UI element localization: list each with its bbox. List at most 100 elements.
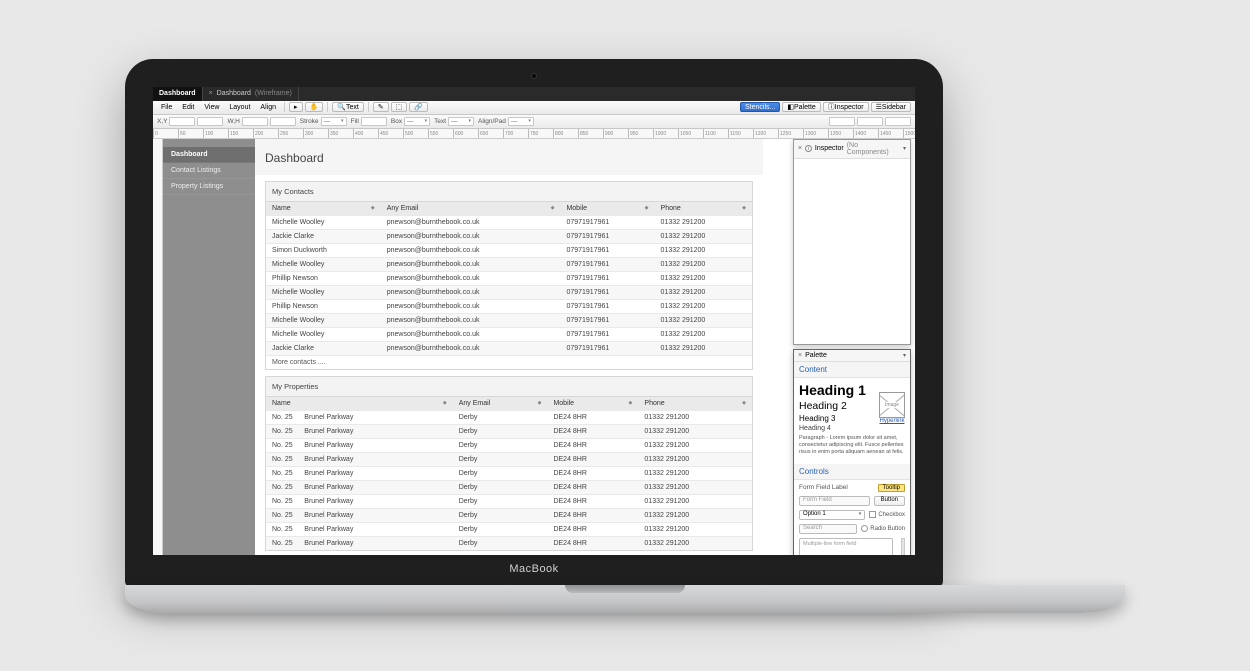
- table-row[interactable]: Michelle Woolleypnewson@burnthebook.co.u…: [266, 285, 752, 299]
- palette-h2[interactable]: Heading 2: [799, 400, 879, 412]
- palette-tooltip[interactable]: Tooltip: [878, 484, 905, 492]
- close-icon[interactable]: ×: [798, 352, 802, 359]
- palette-form-field[interactable]: Form Field: [799, 496, 870, 506]
- table-row[interactable]: Michelle Woolleypnewson@burnthebook.co.u…: [266, 215, 752, 229]
- chevron-down-icon[interactable]: ▾: [903, 352, 906, 359]
- column-header[interactable]: Any Email◆: [453, 396, 548, 410]
- palette-form-label[interactable]: Form Field Label: [799, 484, 874, 491]
- app-screen: Dashboard × Dashboard (Wireframe) File E…: [153, 87, 915, 555]
- menu-view[interactable]: View: [200, 104, 223, 111]
- y-input[interactable]: [197, 117, 223, 126]
- sidebar-item[interactable]: Contact Listings: [163, 163, 255, 179]
- stroke-select[interactable]: —: [321, 117, 347, 126]
- table-row[interactable]: No. 25 Brunel ParkwayDerbyDE24 8HR01332 …: [266, 438, 752, 452]
- table-cell: DE24 8HR: [547, 438, 638, 452]
- table-row[interactable]: No. 25 Brunel ParkwayDerbyDE24 8HR01332 …: [266, 410, 752, 424]
- h-input[interactable]: [270, 117, 296, 126]
- tab-dashboard-wireframe[interactable]: × Dashboard (Wireframe): [203, 87, 299, 101]
- more-contacts-row[interactable]: More contacts ....: [266, 355, 752, 369]
- column-header[interactable]: Any Email◆: [381, 201, 561, 215]
- table-cell: DE24 8HR: [547, 424, 638, 438]
- table-cell: pnewson@burnthebook.co.uk: [381, 215, 561, 229]
- menu-edit[interactable]: Edit: [178, 104, 198, 111]
- extra-2[interactable]: [857, 117, 883, 126]
- table-row[interactable]: No. 25 Brunel ParkwayDerbyDE24 8HR01332 …: [266, 424, 752, 438]
- prop-extra: [829, 117, 911, 126]
- table-row[interactable]: Phillip Newsonpnewson@burnthebook.co.uk0…: [266, 299, 752, 313]
- palette-panel[interactable]: × Palette ▾ Content Heading 1 Heading 2 …: [793, 349, 911, 555]
- palette-textarea[interactable]: Multiple-line form field: [799, 538, 893, 555]
- sidebar-item[interactable]: Property Listings: [163, 179, 255, 195]
- table-row[interactable]: No. 25 Brunel ParkwayDerbyDE24 8HR01332 …: [266, 522, 752, 536]
- table-row[interactable]: Phillip Newsonpnewson@burnthebook.co.uk0…: [266, 271, 752, 285]
- table-cell: 01332 291200: [655, 243, 752, 257]
- palette-button[interactable]: Button: [874, 496, 905, 506]
- chevron-down-icon[interactable]: ▾: [903, 145, 906, 152]
- text-select[interactable]: —: [448, 117, 474, 126]
- separator: [284, 102, 285, 112]
- extra-1[interactable]: [829, 117, 855, 126]
- palette-h4[interactable]: Heading 4: [799, 425, 879, 432]
- sidebar-toggle-button[interactable]: ☰ Sidebar: [871, 102, 911, 112]
- table-row[interactable]: Michelle Woolleypnewson@burnthebook.co.u…: [266, 257, 752, 271]
- zoom-tool-button[interactable]: 🔍 Text: [332, 102, 364, 112]
- pencil-tool-button[interactable]: ✎: [373, 102, 389, 112]
- link-tool-button[interactable]: 🔗: [409, 102, 428, 112]
- tab-dashboard-active[interactable]: Dashboard: [153, 87, 203, 101]
- inspector-panel[interactable]: × i Inspector (No Components) ▾: [793, 139, 911, 345]
- canvas[interactable]: DashboardContact ListingsProperty Listin…: [163, 139, 915, 555]
- ruler-tick: 1000: [653, 129, 666, 139]
- palette-search[interactable]: Search: [799, 524, 857, 534]
- table-row[interactable]: No. 25 Brunel ParkwayDerbyDE24 8HR01332 …: [266, 494, 752, 508]
- palette-paragraph[interactable]: Paragraph - Lorem ipsum dolor sit amet, …: [799, 435, 905, 456]
- box-select[interactable]: —: [404, 117, 430, 126]
- table-cell: Derby: [453, 410, 548, 424]
- column-header[interactable]: Mobile◆: [547, 396, 638, 410]
- table-row[interactable]: No. 25 Brunel ParkwayDerbyDE24 8HR01332 …: [266, 466, 752, 480]
- x-input[interactable]: [169, 117, 195, 126]
- palette-h1[interactable]: Heading 1: [799, 382, 879, 398]
- stencils-button[interactable]: Stencils...: [740, 102, 780, 112]
- table-row[interactable]: No. 25 Brunel ParkwayDerbyDE24 8HR01332 …: [266, 508, 752, 522]
- column-header[interactable]: Mobile◆: [560, 201, 654, 215]
- fill-swatch[interactable]: [361, 117, 387, 126]
- image-placeholder-icon[interactable]: Image: [879, 392, 905, 418]
- palette-hyperlink[interactable]: Hyperlink: [879, 418, 905, 424]
- w-input[interactable]: [242, 117, 268, 126]
- column-header[interactable]: Phone◆: [638, 396, 752, 410]
- menu-layout[interactable]: Layout: [225, 104, 254, 111]
- palette-toggle-button[interactable]: ◧ Palette: [782, 102, 820, 112]
- table-row[interactable]: No. 25 Brunel ParkwayDerbyDE24 8HR01332 …: [266, 480, 752, 494]
- contacts-title: My Contacts: [266, 182, 752, 201]
- column-header[interactable]: Name◆: [266, 201, 381, 215]
- table-row[interactable]: No. 25 Brunel ParkwayDerbyDE24 8HR01332 …: [266, 452, 752, 466]
- align-select[interactable]: —: [508, 117, 534, 126]
- hand-tool-button[interactable]: ✋: [305, 102, 324, 112]
- extra-3[interactable]: [885, 117, 911, 126]
- pointer-tool-button[interactable]: ▸: [289, 102, 303, 112]
- close-icon[interactable]: ×: [798, 145, 802, 152]
- palette-radio[interactable]: Radio Button: [861, 525, 905, 532]
- table-row[interactable]: Simon Duckworthpnewson@burnthebook.co.uk…: [266, 243, 752, 257]
- inspector-toggle-button[interactable]: ⓘ Inspector: [823, 102, 869, 112]
- table-row[interactable]: Jackie Clarkepnewson@burnthebook.co.uk07…: [266, 341, 752, 355]
- palette-h3[interactable]: Heading 3: [799, 414, 879, 423]
- ruler-tick: 800: [553, 129, 563, 139]
- ruler-tick: 550: [428, 129, 438, 139]
- table-cell: 01332 291200: [638, 494, 752, 508]
- shape-tool-button[interactable]: ⬚: [391, 102, 408, 112]
- table-row[interactable]: No. 25 Brunel ParkwayDerbyDE24 8HR01332 …: [266, 536, 752, 550]
- menu-align[interactable]: Align: [256, 104, 280, 111]
- close-icon[interactable]: ×: [209, 90, 213, 97]
- palette-checkbox[interactable]: Checkbox: [869, 511, 905, 518]
- column-header[interactable]: Phone◆: [655, 201, 752, 215]
- menu-file[interactable]: File: [157, 104, 176, 111]
- palette-select[interactable]: Option 1: [799, 510, 865, 520]
- sidebar-item[interactable]: Dashboard: [163, 147, 255, 163]
- table-row[interactable]: Michelle Woolleypnewson@burnthebook.co.u…: [266, 313, 752, 327]
- column-header[interactable]: Name◆: [266, 396, 453, 410]
- table-row[interactable]: Michelle Woolleypnewson@burnthebook.co.u…: [266, 327, 752, 341]
- palette-slider[interactable]: [901, 538, 905, 555]
- table-row[interactable]: Jackie Clarkepnewson@burnthebook.co.uk07…: [266, 229, 752, 243]
- prop-xy: X,Y: [157, 117, 223, 126]
